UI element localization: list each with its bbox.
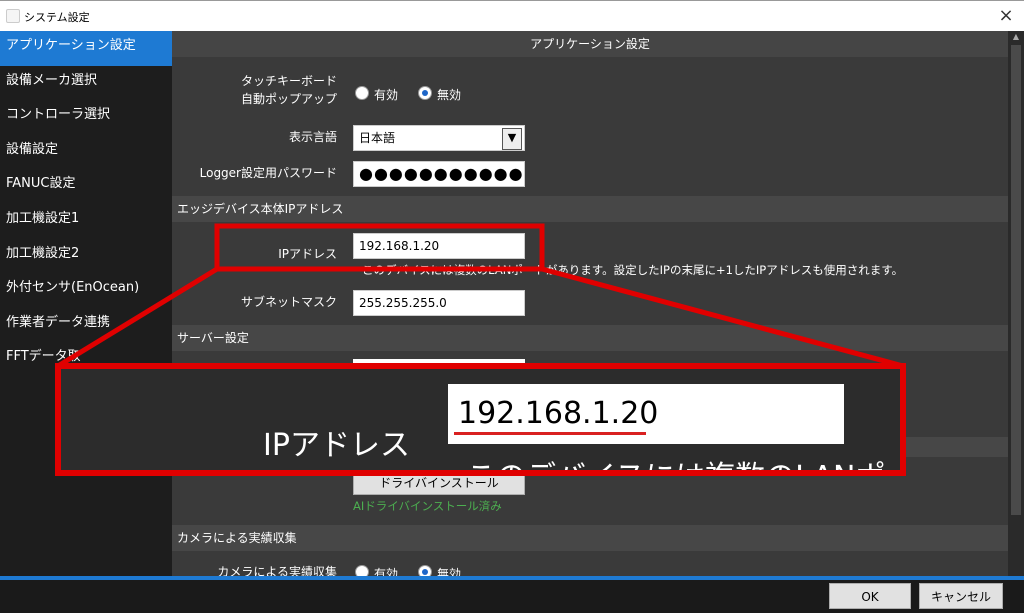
scroll-up-icon[interactable]: ▲ [1008, 31, 1024, 43]
language-label: 表示言語 [288, 130, 337, 144]
close-icon[interactable]: × [994, 4, 1018, 28]
touch-keyboard-disabled-radio[interactable] [418, 86, 432, 100]
zoom-ip-label: IPアドレス [263, 428, 410, 463]
ai-driver-status: AIドライバインストール済み [353, 499, 502, 513]
sidebar-item-enocean[interactable]: 外付センサ(EnOcean) [0, 273, 172, 308]
cancel-button[interactable]: キャンセル [919, 583, 1003, 609]
subnet-label: サブネットマスク [240, 295, 337, 309]
sidebar-item-worker-data[interactable]: 作業者データ連携 [0, 308, 172, 343]
touch-keyboard-enabled-label: 有効 [374, 88, 399, 102]
app-icon [6, 9, 20, 23]
page-title: アプリケーション設定 [172, 31, 1008, 57]
ip-note: このデバイスには複数のLANポートがあります。設定したIPの末尾に+1したIPア… [362, 263, 904, 277]
section-camera-header: カメラによる実績収集 [172, 525, 1008, 551]
subnet-field[interactable]: 255.255.255.0 [353, 290, 525, 316]
sidebar-item-app-settings[interactable]: アプリケーション設定 [0, 31, 172, 66]
sidebar: アプリケーション設定 設備メーカ選択 コントローラ選択 設備設定 FANUC設定… [0, 31, 172, 576]
sidebar-item-machine2[interactable]: 加工機設定2 [0, 239, 172, 274]
section-server-header: サーバー設定 [172, 325, 1008, 351]
zoom-note: このデバイスには複数のLANポート [466, 452, 903, 473]
touch-keyboard-label-line2: 自動ポップアップ [240, 92, 337, 106]
touch-keyboard-label-line1: タッチキーボード [240, 74, 337, 88]
ip-address-field[interactable]: 192.168.1.20 [353, 233, 525, 259]
logger-password-field[interactable]: ●●●●●●●●●●● [353, 161, 525, 187]
camera-enabled-label: 有効 [374, 567, 399, 576]
camera-disabled-radio[interactable] [418, 565, 432, 576]
zoom-underline [454, 432, 646, 435]
camera-label: カメラによる実績収集 [217, 565, 337, 576]
sidebar-item-machine1[interactable]: 加工機設定1 [0, 204, 172, 239]
footer: OK キャンセル [0, 580, 1024, 613]
sidebar-item-equipment[interactable]: 設備設定 [0, 135, 172, 170]
chevron-down-icon[interactable]: ▼ [502, 128, 522, 150]
window-title: システム設定 [24, 11, 90, 24]
camera-disabled-label: 無効 [437, 567, 462, 576]
vertical-scrollbar[interactable]: ▲ [1008, 31, 1024, 576]
sidebar-item-controller[interactable]: コントローラ選択 [0, 100, 172, 135]
section-ip-header: エッジデバイス本体IPアドレス [172, 196, 1008, 222]
touch-keyboard-enabled-radio[interactable] [355, 86, 369, 100]
sidebar-item-maker[interactable]: 設備メーカ選択 [0, 66, 172, 101]
logger-password-label: Logger設定用パスワード [199, 166, 337, 180]
zoom-ip-field: 192.168.1.20 [448, 384, 844, 444]
touch-keyboard-disabled-label: 無効 [437, 88, 462, 102]
ip-label: IPアドレス [278, 247, 337, 261]
main-panel: アプリケーション設定 タッチキーボード 自動ポップアップ 有効 無効 表示言語 … [172, 31, 1008, 576]
scrollbar-thumb[interactable] [1011, 45, 1021, 515]
touch-keyboard-label: タッチキーボード 自動ポップアップ [172, 72, 337, 108]
sidebar-item-fanuc[interactable]: FANUC設定 [0, 169, 172, 204]
camera-enabled-radio[interactable] [355, 565, 369, 576]
zoom-callout: IPアドレス 192.168.1.20 このデバイスには複数のLANポート [58, 366, 903, 473]
ok-button[interactable]: OK [829, 583, 911, 609]
language-select[interactable]: 日本語 ▼ [353, 125, 525, 151]
language-value: 日本語 [359, 131, 396, 145]
title-bar: システム設定 × [0, 0, 1024, 31]
